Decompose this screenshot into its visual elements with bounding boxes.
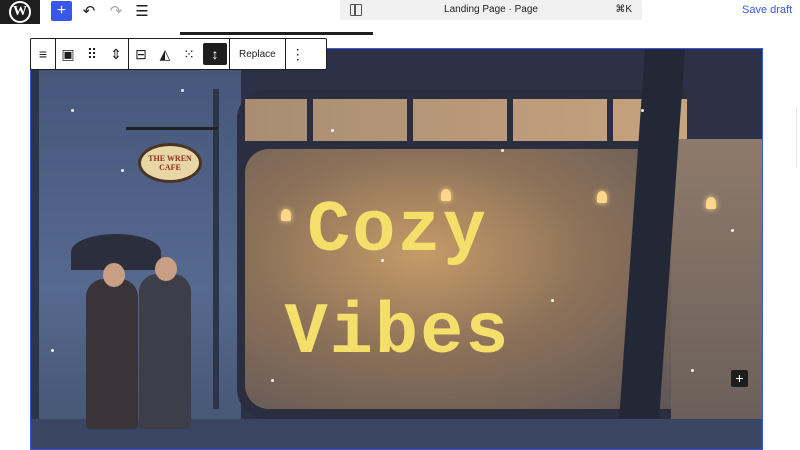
- toolbar-group-controls: ⊟ ◭ ⁙ ↕: [129, 39, 230, 69]
- replace-button[interactable]: Replace: [230, 39, 285, 69]
- command-center[interactable]: Landing Page · Page ⌘K: [340, 0, 642, 20]
- snowflake: [501, 149, 504, 152]
- editor-top-bar: W + ↶ ↷ ☰ Landing Page · Page ⌘K Save dr…: [0, 0, 800, 24]
- sign-bracket: [126, 127, 218, 130]
- window-mullion: [507, 99, 513, 141]
- duotone-icon[interactable]: ◭: [153, 39, 177, 69]
- block-toolbar: ≡ ▣ ⠿ ⇕ ⊟ ◭ ⁙ ↕ Replace ⋮: [30, 38, 327, 70]
- undo-icon: ↶: [82, 3, 96, 20]
- cover-block[interactable]: THE WREN CAFE Cozy Vibes +: [30, 48, 763, 450]
- align-icon[interactable]: ≡: [31, 39, 55, 69]
- cafe-sign: THE WREN CAFE: [138, 143, 202, 183]
- snowflake: [641, 109, 644, 112]
- document-title: Landing Page · Page: [444, 4, 538, 15]
- cover-heading-line2[interactable]: Vibes: [31, 297, 762, 369]
- drag-handle-icon[interactable]: ⠿: [80, 39, 104, 69]
- wordpress-icon: W: [9, 1, 31, 23]
- block-inserter-button[interactable]: +: [731, 370, 748, 387]
- snowflake: [71, 109, 74, 112]
- toolbar-group-replace: Replace: [230, 39, 286, 69]
- list-view-icon: ☰: [135, 3, 149, 20]
- right-window-pane: [671, 139, 762, 429]
- snowflake: [271, 379, 274, 382]
- window-mullion: [407, 99, 413, 141]
- snowflake: [331, 129, 334, 132]
- previous-block-edge: [180, 32, 373, 35]
- more-options-icon[interactable]: ⋮: [286, 39, 310, 69]
- list-view-button[interactable]: ☰: [133, 1, 151, 21]
- cover-block-icon[interactable]: ▣: [56, 39, 80, 69]
- redo-icon: ↷: [109, 3, 123, 20]
- snowflake: [121, 169, 124, 172]
- snowflake: [181, 89, 184, 92]
- toolbar-group-block: ▣ ⠿ ⇕: [56, 39, 129, 69]
- save-draft-button[interactable]: Save draft: [742, 4, 792, 16]
- canvas-edge: [796, 108, 800, 168]
- full-height-icon[interactable]: ↕: [203, 43, 227, 65]
- sign-text-line1: THE WREN: [148, 154, 192, 163]
- snowflake: [691, 369, 694, 372]
- undo-button[interactable]: ↶: [80, 1, 98, 21]
- wordpress-logo-button[interactable]: W: [0, 0, 40, 24]
- plus-icon: +: [735, 370, 744, 386]
- keyboard-shortcut: ⌘K: [615, 4, 632, 15]
- toolbar-group-more: ⋮: [286, 39, 310, 69]
- grid-icon[interactable]: ⁙: [177, 39, 201, 69]
- cover-heading-line1[interactable]: Cozy: [31, 195, 762, 267]
- content-position-icon[interactable]: ⊟: [129, 39, 153, 69]
- window-mullion: [607, 99, 613, 141]
- redo-button[interactable]: ↷: [107, 1, 125, 21]
- window-mullion: [307, 99, 313, 141]
- move-up-down-icon[interactable]: ⇕: [104, 39, 128, 69]
- toolbar-group-parent: ≡: [31, 39, 56, 69]
- sign-text-line2: CAFE: [159, 163, 181, 172]
- plus-icon: +: [56, 2, 67, 19]
- add-block-button[interactable]: +: [51, 1, 72, 21]
